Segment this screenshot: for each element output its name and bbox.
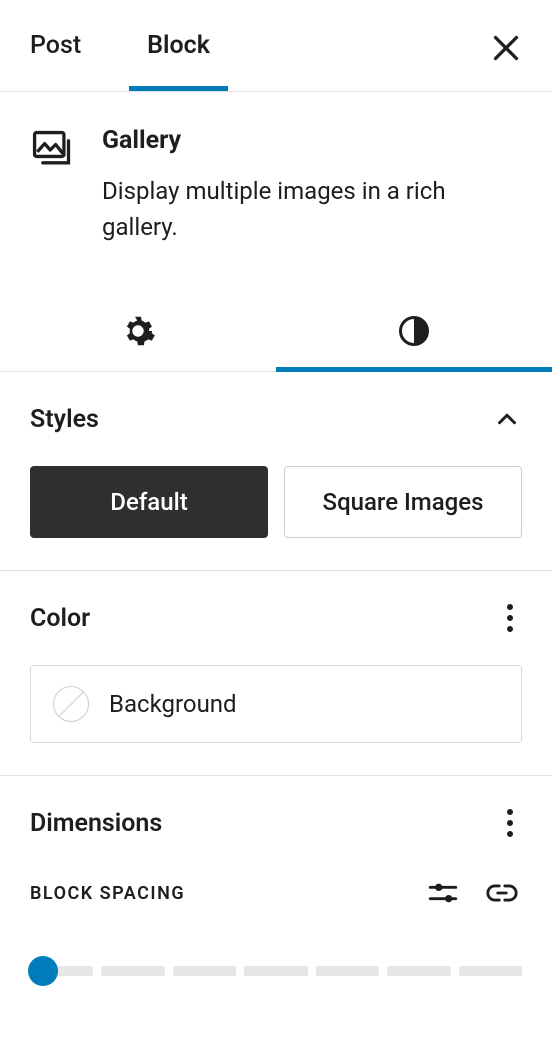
link-icon [482,876,522,910]
tab-settings[interactable] [0,291,276,371]
tab-post[interactable]: Post [30,1,81,90]
styles-section-title: Styles [30,405,99,434]
chevron-up-icon [492,404,522,434]
dimensions-options-button[interactable] [498,807,522,839]
block-spacing-slider[interactable] [30,966,522,976]
contrast-icon [396,313,432,349]
close-button[interactable] [488,30,524,66]
gear-icon [120,313,156,349]
tab-block[interactable]: Block [147,1,210,90]
dimensions-section-title: Dimensions [30,809,162,838]
close-icon [488,30,524,66]
empty-swatch-icon [53,686,89,722]
block-spacing-label: BLOCK SPACING [30,883,185,904]
styles-section-toggle[interactable]: Styles [30,372,522,466]
color-section-title: Color [30,604,90,633]
spacing-custom-button[interactable] [426,876,460,910]
style-variant-square[interactable]: Square Images [284,466,522,538]
slider-thumb[interactable] [28,956,58,986]
color-options-button[interactable] [498,602,522,634]
sliders-icon [426,876,460,910]
spacing-link-button[interactable] [482,876,522,910]
tab-styles[interactable] [276,291,552,371]
gallery-icon [30,128,80,245]
block-description: Display multiple images in a rich galler… [102,173,522,245]
background-color-label: Background [109,690,237,718]
style-variant-default[interactable]: Default [30,466,268,538]
block-title: Gallery [102,126,522,155]
background-color-button[interactable]: Background [30,665,522,743]
